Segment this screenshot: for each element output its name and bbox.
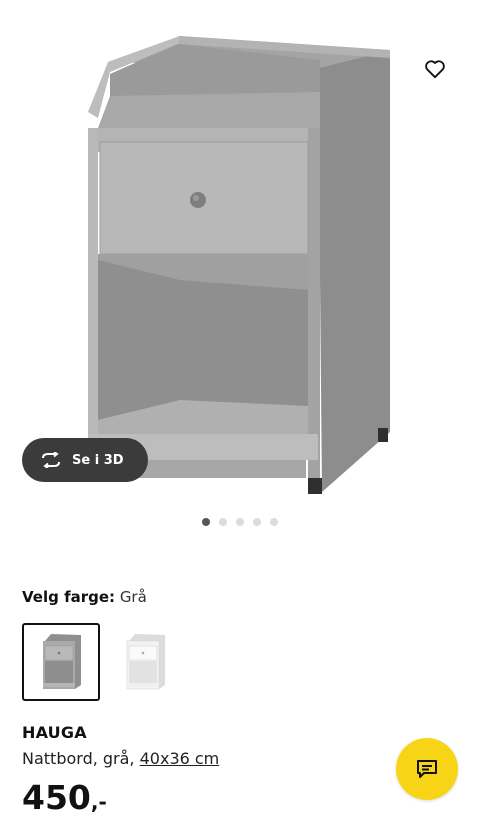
- view-3d-label: Se i 3D: [72, 452, 124, 468]
- color-swatch-grey[interactable]: [22, 623, 100, 701]
- white-nightstand-thumbnail: [126, 634, 165, 690]
- chat-button[interactable]: [396, 738, 458, 800]
- color-selection-label: Velg farge: Grå: [22, 588, 147, 606]
- product-price: 450,-: [22, 778, 107, 817]
- favorite-button[interactable]: [418, 52, 452, 86]
- gallery-dot[interactable]: [253, 518, 261, 526]
- color-label-value: Grå: [119, 588, 147, 606]
- product-image: [88, 36, 390, 494]
- price-integer: 450: [22, 778, 91, 817]
- gallery-dot[interactable]: [219, 518, 227, 526]
- heart-outline-icon: [425, 60, 445, 79]
- price-suffix: ,-: [90, 790, 107, 814]
- gallery-pagination[interactable]: [0, 518, 480, 526]
- color-swatch-white[interactable]: [106, 623, 184, 701]
- product-description-text: Nattbord, grå,: [22, 749, 140, 768]
- size-link[interactable]: 40x36 cm: [140, 749, 220, 768]
- product-gallery[interactable]: Se i 3D: [0, 0, 480, 540]
- view-3d-button[interactable]: Se i 3D: [22, 438, 148, 482]
- grey-nightstand-thumbnail: [43, 634, 81, 689]
- product-name: HAUGA: [22, 723, 87, 742]
- product-description: Nattbord, grå, 40x36 cm: [22, 749, 219, 768]
- gallery-dot[interactable]: [270, 518, 278, 526]
- color-label-key: Velg farge:: [22, 588, 116, 606]
- gallery-dot[interactable]: [202, 518, 210, 526]
- gallery-dot[interactable]: [236, 518, 244, 526]
- chat-bubble-icon: [417, 760, 437, 778]
- rotate-3d-icon: [42, 452, 60, 468]
